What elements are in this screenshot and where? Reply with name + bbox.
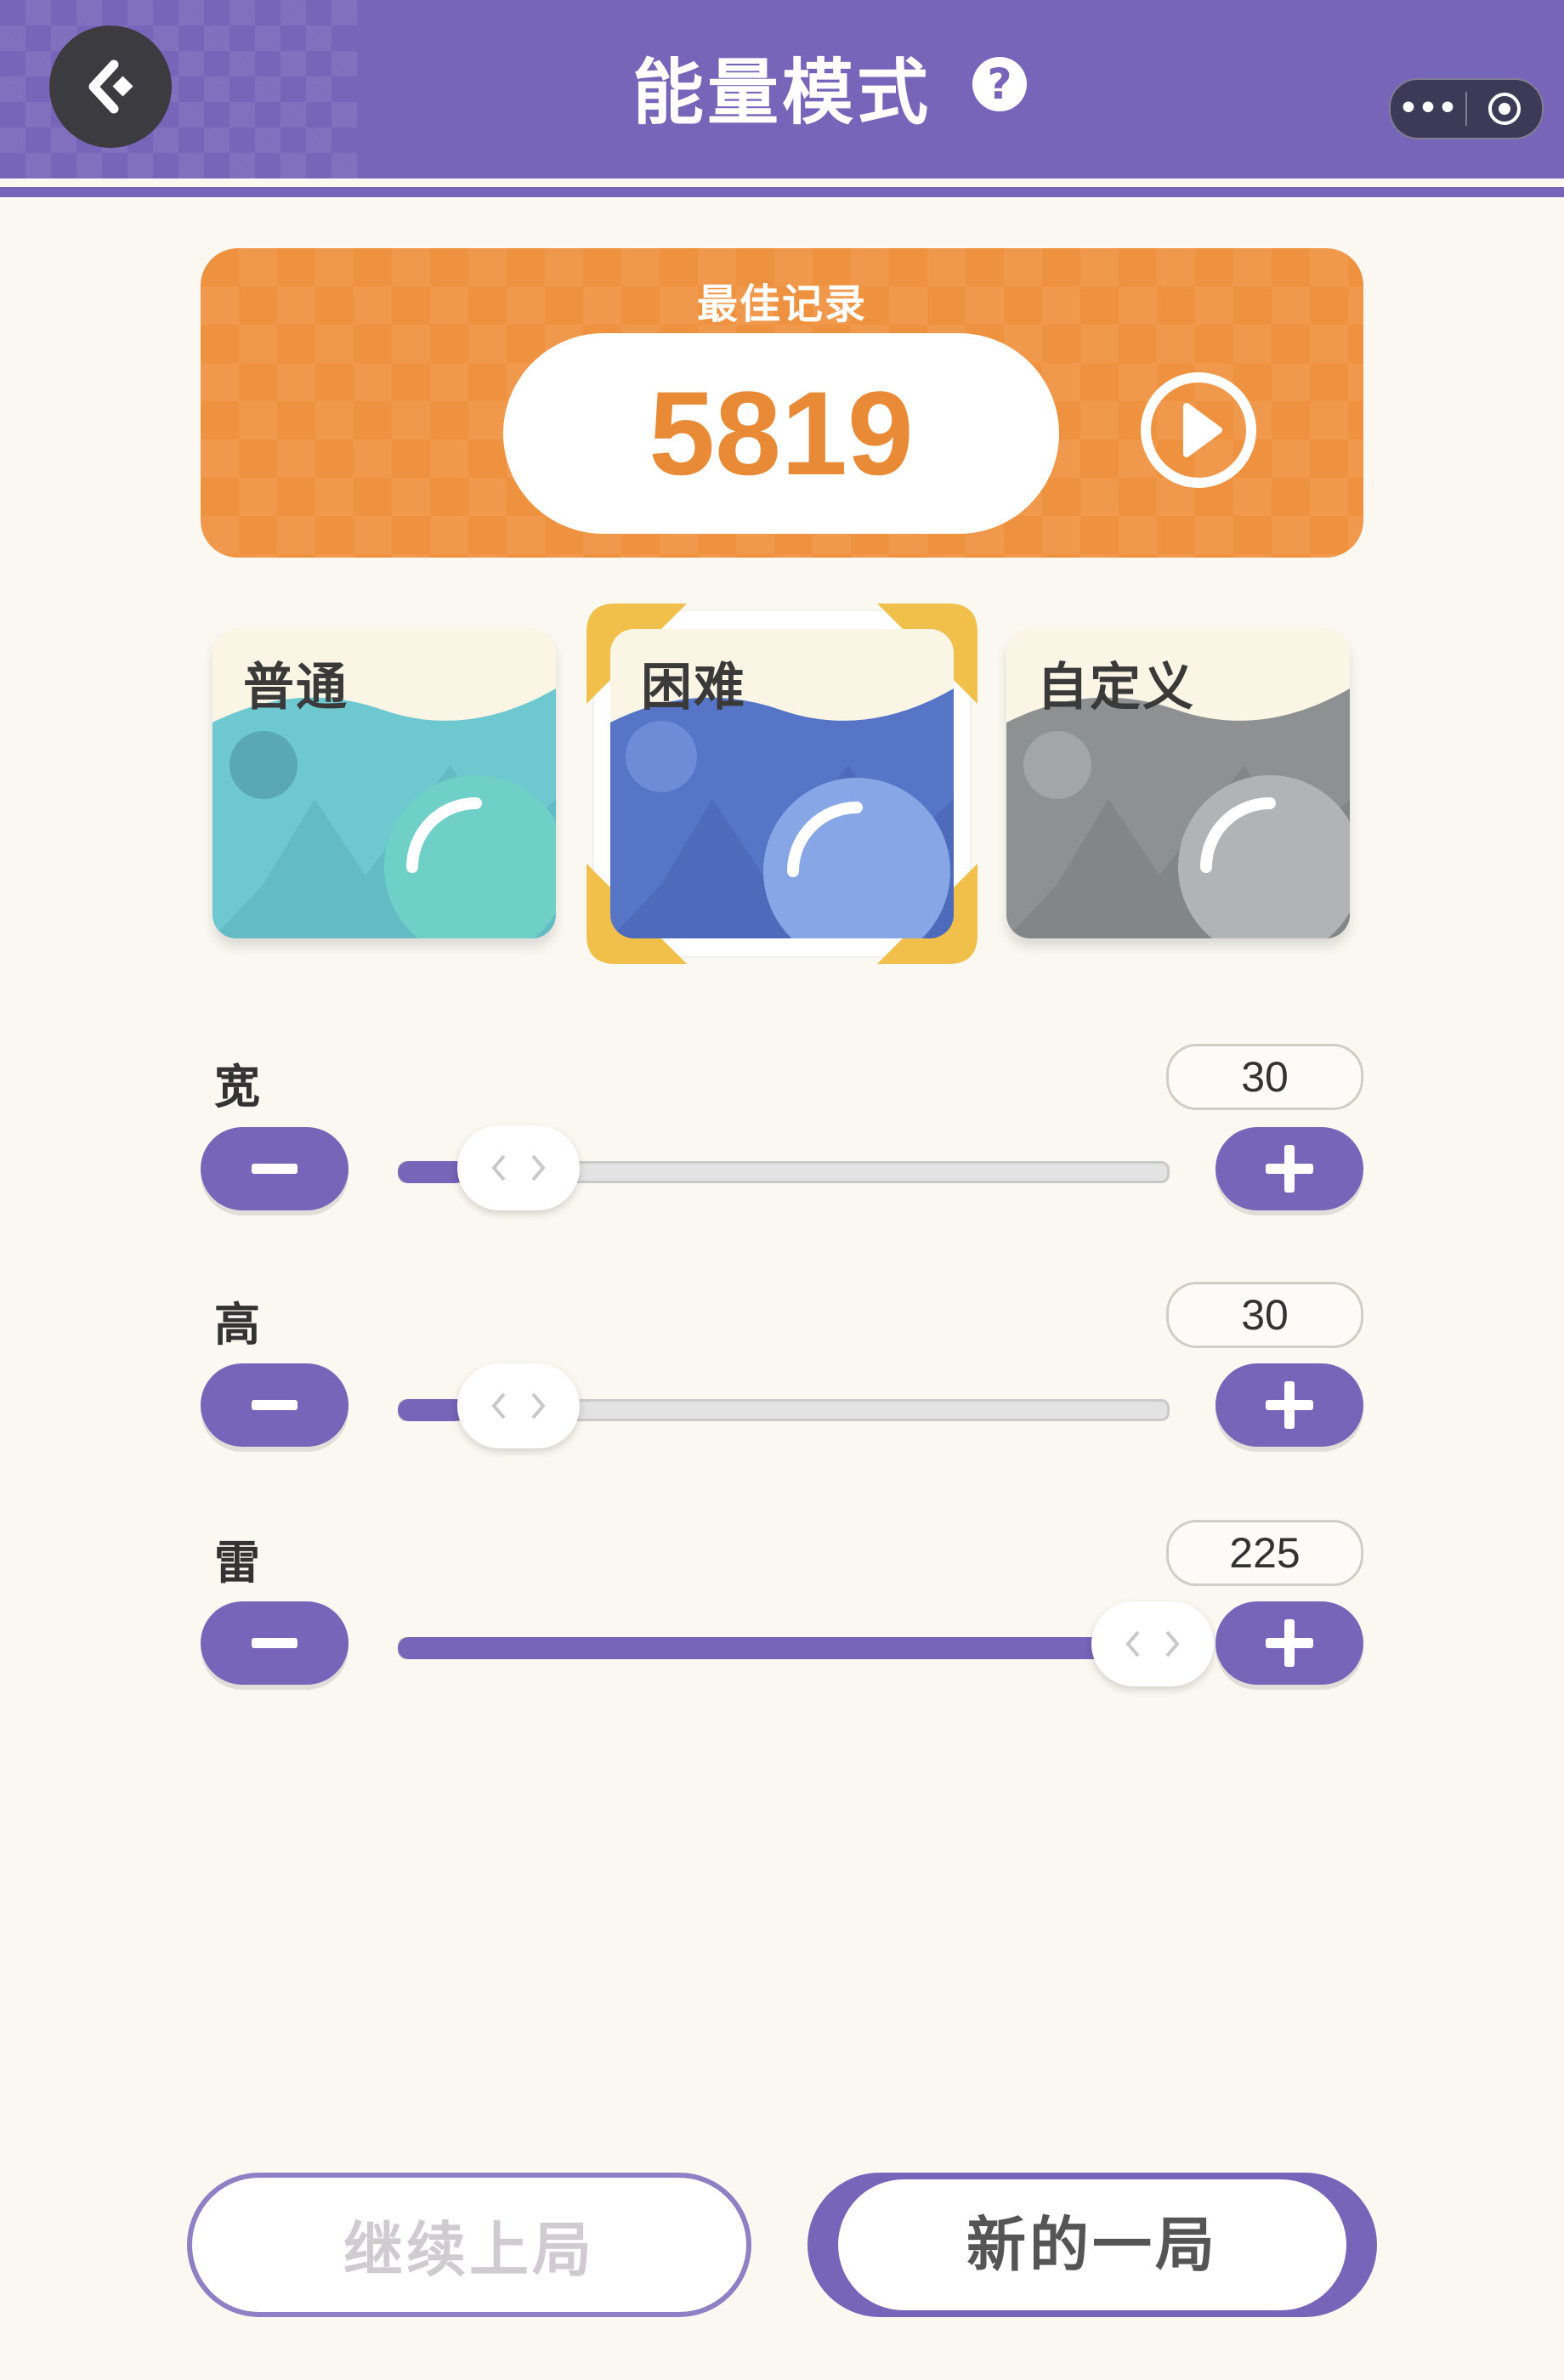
width-minus-button[interactable] [201, 1127, 348, 1210]
mode-card-custom[interactable]: 自定义 [1006, 629, 1350, 938]
width-slider-fill [398, 1161, 466, 1183]
best-record-value: 5819 [503, 333, 1059, 534]
minus-icon [252, 1164, 298, 1174]
plus-icon [1266, 1381, 1313, 1429]
mode-card-hard[interactable]: 困难 [610, 629, 954, 938]
new-game-label: 新的一局 [838, 2179, 1346, 2310]
header-divider-line [0, 187, 1564, 197]
drag-arrows-icon [491, 1154, 546, 1182]
more-dots-icon[interactable]: ••• [1391, 80, 1465, 138]
width-slider-thumb[interactable] [457, 1125, 580, 1210]
slider-value-height: 30 [1166, 1282, 1363, 1348]
drag-arrows-icon [491, 1392, 546, 1420]
play-circle-icon[interactable] [1137, 369, 1260, 491]
mini-program-capsule: ••• [1389, 78, 1544, 139]
slider-label-mines: 雷 [214, 1536, 260, 1590]
best-record-label: 最佳记录 [696, 280, 867, 328]
mode-card-normal[interactable]: 普通 [212, 629, 556, 938]
mines-slider-thumb[interactable] [1091, 1601, 1214, 1686]
minus-icon [252, 1638, 298, 1648]
continue-game-button[interactable]: 继续上局 [187, 2173, 751, 2317]
plus-icon [1266, 1619, 1313, 1667]
mode-label-custom: 自定义 [1037, 658, 1195, 717]
drag-arrows-icon [1125, 1630, 1180, 1658]
slider-label-width: 宽 [214, 1060, 260, 1114]
help-circle-icon[interactable]: ? [972, 57, 1027, 111]
height-slider-fill [398, 1399, 466, 1421]
new-game-button[interactable]: 新的一局 [808, 2173, 1377, 2317]
height-plus-button[interactable] [1216, 1363, 1363, 1447]
mines-minus-button[interactable] [201, 1601, 348, 1685]
best-record-panel: 最佳记录 5819 [201, 248, 1363, 558]
slider-value-mines: 225 [1166, 1520, 1363, 1586]
width-plus-button[interactable] [1216, 1127, 1363, 1210]
mines-slider-track[interactable] [398, 1637, 1170, 1659]
page-title: 能量模式 [632, 51, 932, 134]
slider-value-width: 30 [1166, 1044, 1363, 1110]
mines-slider-fill [398, 1637, 1149, 1659]
height-slider-thumb[interactable] [457, 1363, 580, 1448]
mode-label-normal: 普通 [243, 658, 348, 717]
target-circle-icon[interactable] [1467, 90, 1542, 128]
plus-icon [1266, 1145, 1313, 1193]
slider-label-height: 高 [214, 1298, 260, 1352]
mode-label-hard: 困难 [641, 658, 746, 717]
minus-icon [252, 1400, 298, 1410]
height-minus-button[interactable] [201, 1363, 348, 1447]
header-divider [0, 178, 1564, 187]
mines-plus-button[interactable] [1216, 1601, 1363, 1685]
